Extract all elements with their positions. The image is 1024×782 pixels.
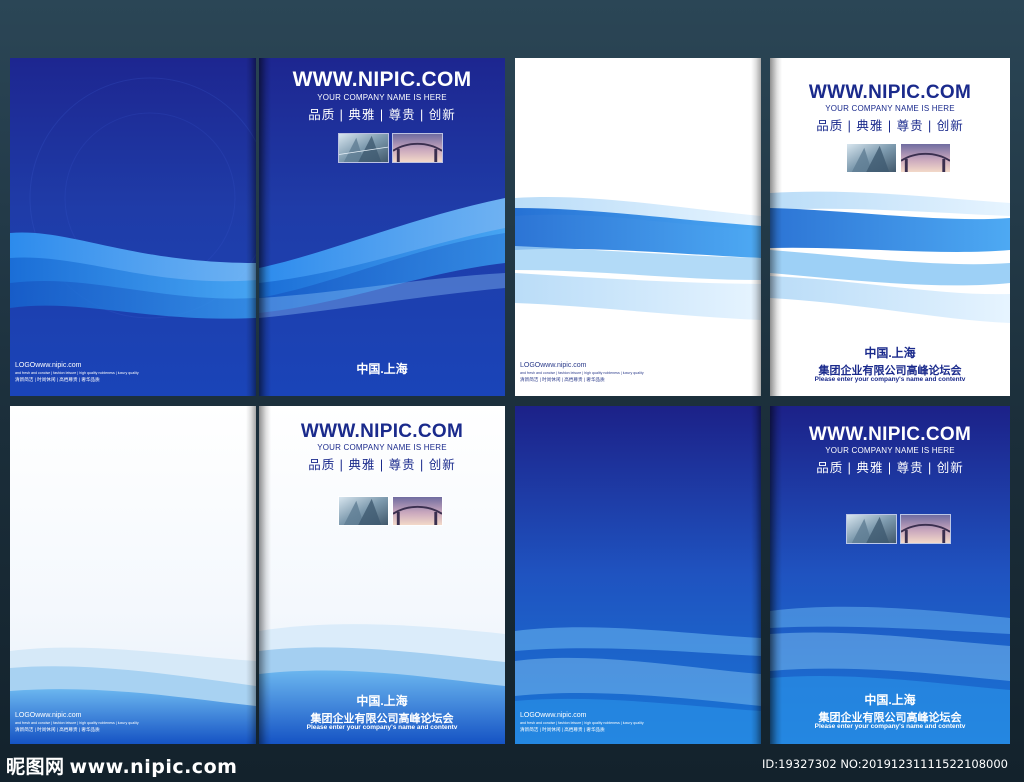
cover-photos bbox=[267, 496, 505, 526]
glass-building-photo-icon bbox=[845, 143, 897, 173]
bridge-sunset-photo-icon bbox=[391, 133, 443, 163]
book-spine-shadow bbox=[751, 58, 761, 396]
glass-building-photo-icon bbox=[337, 133, 389, 163]
back-cover-2: LOGOwww.nipic.com and fresh and concise … bbox=[515, 58, 761, 396]
cover-city: 中国.上海 bbox=[864, 693, 916, 707]
bridge-sunset-photo-icon bbox=[899, 514, 951, 544]
front-cover-3: WWW.NIPIC.COM YOUR COMPANY NAME IS HERE … bbox=[259, 406, 505, 744]
cover-slogan: 品质 | 典雅 | 尊贵 | 创新 bbox=[308, 458, 456, 472]
cover-forum-subtitle: Please enter your company's name and con… bbox=[814, 376, 966, 383]
back-slogan-cn: 清新简洁 | 时尚休闲 | 高档尊贵 | 奢华品质 bbox=[15, 377, 100, 382]
cover-city: 中国.上海 bbox=[356, 694, 408, 708]
front-cover-4: WWW.NIPIC.COM YOUR COMPANY NAME IS HERE … bbox=[770, 406, 1010, 744]
cover-photos bbox=[778, 514, 1010, 544]
brand-url: www.nipic.com bbox=[69, 756, 238, 778]
cover-city: 中国.上海 bbox=[864, 346, 916, 360]
front-cover-1: WWW.NIPIC.COM YOUR COMPANY NAME IS HERE … bbox=[259, 58, 505, 396]
back-slogan-en: and fresh and concise | fashion leisure … bbox=[15, 371, 139, 375]
cover-url: WWW.NIPIC.COM bbox=[808, 82, 972, 103]
back-cover-3: LOGOwww.nipic.com and fresh and concise … bbox=[10, 406, 256, 744]
book-spine-shadow bbox=[246, 58, 256, 396]
back-cover-1: LOGOwww.nipic.com and fresh and concise … bbox=[10, 58, 256, 396]
wave-background bbox=[515, 58, 761, 396]
cover-city: 中国.上海 bbox=[356, 362, 408, 376]
back-slogan-en: and fresh and concise | fashion leisure … bbox=[520, 371, 644, 375]
bridge-sunset-photo-icon bbox=[391, 496, 443, 526]
cover-photos bbox=[267, 133, 505, 163]
cover-slogan: 品质 | 典雅 | 尊贵 | 创新 bbox=[816, 119, 964, 133]
wave-background bbox=[515, 406, 761, 744]
glass-building-photo-icon bbox=[337, 496, 389, 526]
wave-background bbox=[10, 406, 256, 744]
brand-cn: 昵图网 bbox=[6, 756, 65, 778]
cover-slogan: 品质 | 典雅 | 尊贵 | 创新 bbox=[308, 108, 456, 122]
company-name: YOUR COMPANY NAME IS HERE bbox=[317, 443, 447, 452]
back-slogan-en: and fresh and concise | fashion leisure … bbox=[520, 721, 644, 725]
cover-url: WWW.NIPIC.COM bbox=[292, 68, 472, 91]
cover-slogan: 品质 | 典雅 | 尊贵 | 创新 bbox=[816, 461, 964, 475]
cover-photos bbox=[778, 143, 1010, 173]
glass-building-photo-icon bbox=[845, 514, 897, 544]
back-slogan-cn: 清新简洁 | 时尚休闲 | 高档尊贵 | 奢华品质 bbox=[520, 727, 605, 732]
book-spine-shadow bbox=[246, 406, 256, 744]
book-spine-shadow bbox=[751, 406, 761, 744]
bridge-sunset-photo-icon bbox=[899, 143, 951, 173]
company-name: YOUR COMPANY NAME IS HERE bbox=[825, 446, 955, 455]
front-cover-2: WWW.NIPIC.COM YOUR COMPANY NAME IS HERE … bbox=[770, 58, 1010, 396]
back-cover-4: LOGOwww.nipic.com and fresh and concise … bbox=[515, 406, 761, 744]
cover-url: WWW.NIPIC.COM bbox=[808, 424, 972, 445]
back-logo: LOGOwww.nipic.com bbox=[15, 362, 82, 369]
back-slogan-cn: 清新简洁 | 时尚休闲 | 高档尊贵 | 奢华品质 bbox=[15, 727, 100, 732]
cover-url: WWW.NIPIC.COM bbox=[300, 421, 464, 442]
company-name: YOUR COMPANY NAME IS HERE bbox=[317, 93, 447, 102]
back-logo: LOGOwww.nipic.com bbox=[520, 362, 587, 369]
company-name: YOUR COMPANY NAME IS HERE bbox=[825, 104, 955, 113]
wave-background bbox=[10, 58, 256, 396]
back-logo: LOGOwww.nipic.com bbox=[15, 712, 82, 719]
cover-forum-subtitle: Please enter your company's name and con… bbox=[814, 723, 966, 730]
image-id-watermark: ID:19327302 NO:20191231111522108000 bbox=[762, 757, 1008, 771]
cover-forum-subtitle: Please enter your company's name and con… bbox=[306, 724, 458, 731]
back-slogan-en: and fresh and concise | fashion leisure … bbox=[15, 721, 139, 725]
nipic-watermark-logo: 昵图网 www.nipic.com bbox=[6, 752, 237, 779]
back-slogan-cn: 清新简洁 | 时尚休闲 | 高档尊贵 | 奢华品质 bbox=[520, 377, 605, 382]
back-logo: LOGOwww.nipic.com bbox=[520, 712, 587, 719]
